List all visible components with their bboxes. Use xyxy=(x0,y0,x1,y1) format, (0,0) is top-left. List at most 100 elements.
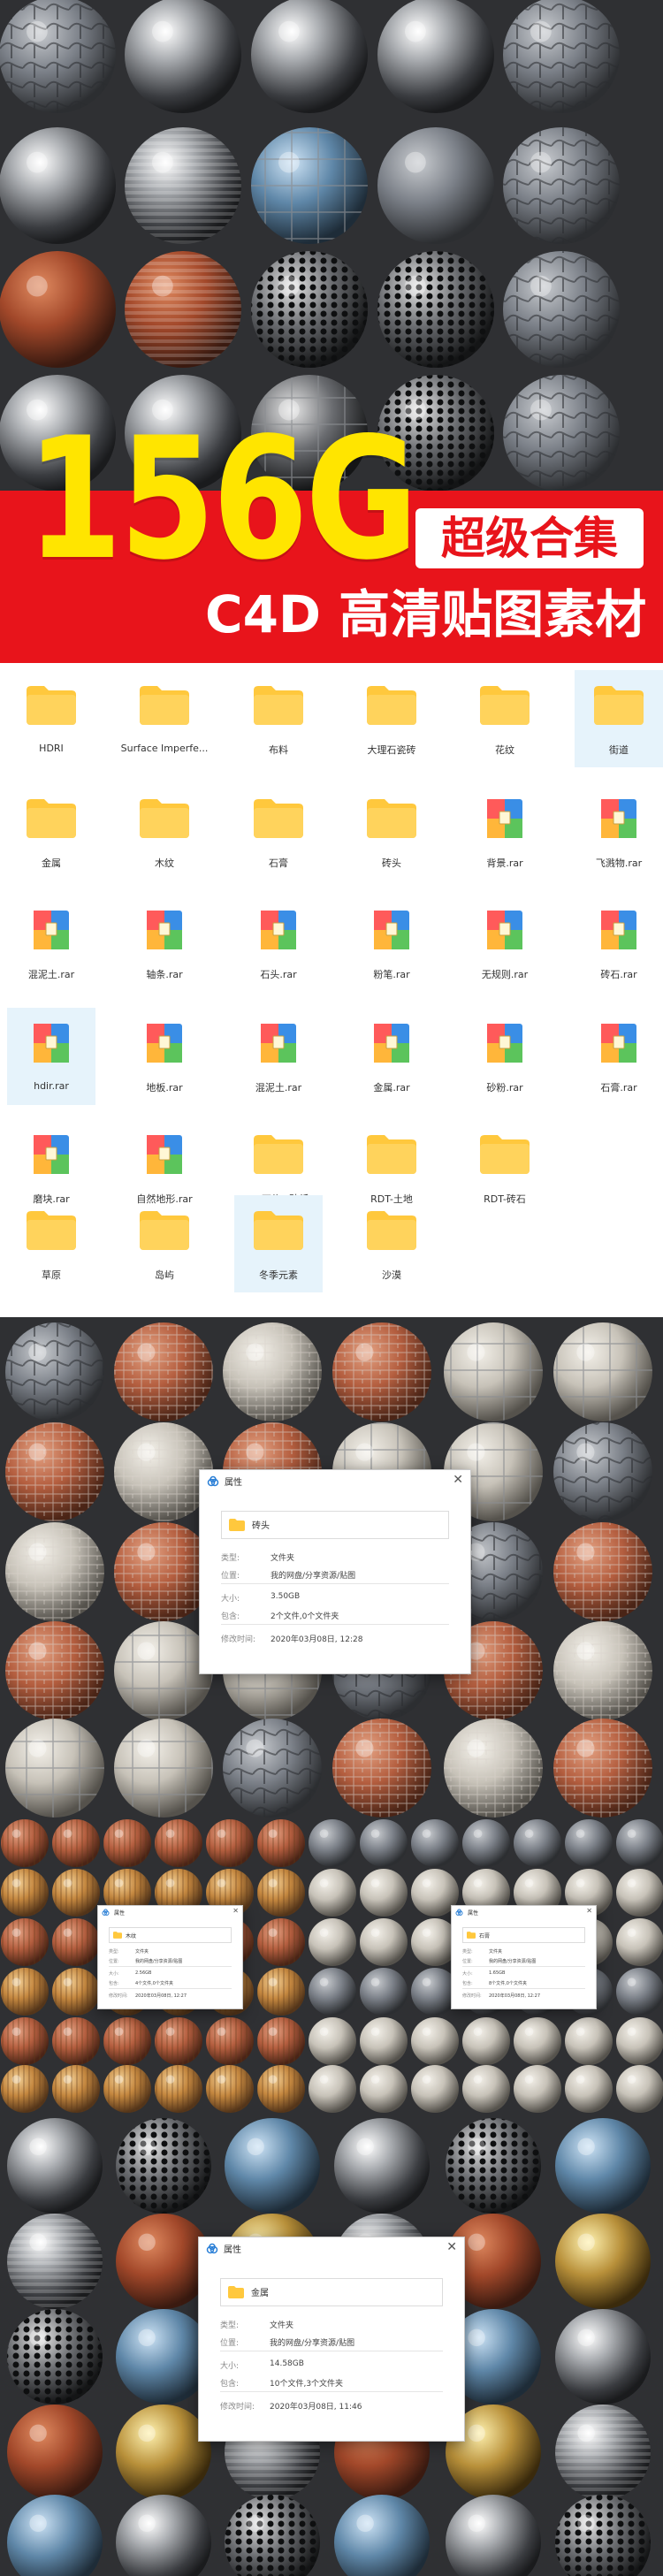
plaster-sphere xyxy=(309,1918,356,1966)
archive-file-item[interactable]: 地板.rar xyxy=(120,1008,209,1105)
plaster-sphere xyxy=(309,2065,356,2113)
divider xyxy=(221,1583,449,1584)
properties-dialog-metal: 属性 ✕ 金属 类型: 文件夹 位置: 我的网盘/分享资源/贴图 大小: 14.58GB 包… xyxy=(198,2237,465,2442)
file-label: 石膏 xyxy=(269,857,288,869)
folder-icon xyxy=(27,1211,76,1250)
property-value: 2020年03月08日, 12:28 xyxy=(271,1635,363,1644)
property-row: 大小: 1.65GB xyxy=(462,1970,505,1977)
wood-sphere xyxy=(103,2065,151,2113)
file-label: RDT-砖石 xyxy=(484,1193,526,1205)
property-value: 10个文件,3个文件夹 xyxy=(270,2380,344,2389)
property-value: 文件夹 xyxy=(489,1949,503,1955)
wood-sphere xyxy=(1,1869,49,1917)
property-key: 位置: xyxy=(462,1959,473,1964)
property-key: 修改时间: xyxy=(221,1635,256,1644)
wood-sphere xyxy=(1,1968,49,2016)
close-icon[interactable]: ✕ xyxy=(446,2240,457,2254)
brick-sphere xyxy=(553,1719,652,1818)
plaster-sphere xyxy=(514,2017,561,2065)
folder-icon xyxy=(254,1135,303,1174)
material-sphere xyxy=(377,251,494,368)
folder-item[interactable]: 花纹 xyxy=(461,670,549,767)
archive-file-item[interactable]: 混泥土.rar xyxy=(7,895,95,992)
property-value: 文件夹 xyxy=(270,2321,294,2330)
file-label: 无规则.rar xyxy=(481,969,529,980)
brick-sphere xyxy=(332,1322,431,1421)
plaster-sphere xyxy=(360,1819,408,1867)
property-row: 包含: 10个文件,3个文件夹 xyxy=(220,2377,343,2389)
folder-icon xyxy=(480,1135,530,1174)
close-icon[interactable]: ✕ xyxy=(586,1907,592,1915)
folder-name-box: 木纹 xyxy=(109,1927,232,1943)
dialog-title: 属性 xyxy=(114,1910,126,1917)
properties-dialog-brick: 属性 ✕ 砖头 类型: 文件夹 位置: 我的网盘/分享资源/贴图 大小: 3.50GB 包含… xyxy=(199,1469,471,1674)
close-icon[interactable]: ✕ xyxy=(453,1473,463,1487)
close-icon[interactable]: ✕ xyxy=(232,1907,239,1915)
folder-icon xyxy=(367,1135,416,1174)
folder-item[interactable]: 木纹 xyxy=(120,783,209,880)
property-row: 类型: 文件夹 xyxy=(220,2319,293,2330)
property-row: 修改时间: 2020年03月08日, 12:27 xyxy=(462,1993,540,1999)
archive-file-item[interactable]: 无规则.rar xyxy=(461,895,549,992)
archive-file-item[interactable]: 金属.rar xyxy=(347,1008,436,1105)
cloud-logo-icon xyxy=(102,1909,110,1916)
folder-item[interactable]: 砖头 xyxy=(347,783,436,880)
divider xyxy=(462,1966,585,1967)
archive-file-item[interactable]: 砂粉.rar xyxy=(461,1008,549,1105)
plaster-sphere xyxy=(411,2065,459,2113)
metal-sphere xyxy=(7,2118,103,2214)
archive-file-item[interactable]: 轴条.rar xyxy=(120,895,209,992)
file-label: 花纹 xyxy=(495,744,514,756)
brick-sphere xyxy=(332,1719,431,1818)
properties-dialog-plaster: 属性 ✕ 石膏 类型: 文件夹 位置: 我的网盘/分享资源/贴图 大小: 1.65GB 包含… xyxy=(451,1905,597,2009)
folder-item[interactable]: 冬季元素 xyxy=(234,1195,323,1292)
property-value: 3.50GB xyxy=(271,1592,301,1601)
wood-sphere xyxy=(1,1819,49,1867)
folder-icon xyxy=(140,799,189,838)
archive-icon xyxy=(601,1024,636,1063)
archive-icon xyxy=(601,799,636,838)
wood-sphere xyxy=(1,2065,49,2113)
plaster-sphere xyxy=(616,1819,663,1867)
material-sphere xyxy=(125,127,241,244)
folder-item[interactable]: 布料 xyxy=(234,670,323,767)
plaster-sphere xyxy=(309,2017,356,2065)
brick-sphere xyxy=(114,1322,213,1421)
material-sphere xyxy=(503,375,620,491)
folder-icon xyxy=(480,686,530,725)
archive-file-item[interactable]: 砖石.rar xyxy=(575,895,663,992)
metal-sphere xyxy=(116,2405,211,2500)
folder-item[interactable]: 大理石瓷砖 xyxy=(347,670,436,767)
archive-file-item[interactable]: 粉笔.rar xyxy=(347,895,436,992)
cloud-logo-icon xyxy=(455,1909,463,1916)
folder-item[interactable]: HDRI xyxy=(7,670,95,767)
file-label: 金属 xyxy=(42,857,61,869)
folder-item[interactable]: 街道 xyxy=(575,670,663,767)
plaster-sphere xyxy=(616,2065,663,2113)
file-label: 街道 xyxy=(609,744,629,756)
wood-sphere xyxy=(257,1819,305,1867)
file-label: 粉笔.rar xyxy=(373,969,410,980)
archive-icon xyxy=(147,1135,182,1174)
archive-file-item[interactable]: 背景.rar xyxy=(461,783,549,880)
property-key: 类型: xyxy=(109,1949,119,1955)
folder-item[interactable]: 沙漠 xyxy=(347,1195,436,1292)
archive-icon xyxy=(34,1135,69,1174)
archive-file-item[interactable]: 混泥土.rar xyxy=(234,1008,323,1105)
folder-item[interactable]: 金属 xyxy=(7,783,95,880)
archive-file-item[interactable]: hdir.rar xyxy=(7,1008,95,1105)
archive-file-item[interactable]: 石膏.rar xyxy=(575,1008,663,1105)
property-value: 我的网盘/分享资源/贴图 xyxy=(135,1959,183,1964)
archive-file-item[interactable]: 石头.rar xyxy=(234,895,323,992)
archive-file-item[interactable]: 飞溅物.rar xyxy=(575,783,663,880)
divider xyxy=(109,1988,232,1989)
folder-item[interactable]: Surface Imperfe... xyxy=(120,670,209,767)
folder-item[interactable]: 石膏 xyxy=(234,783,323,880)
folder-item[interactable]: RDT-砖石 xyxy=(461,1119,549,1216)
folder-item[interactable]: 岛屿 xyxy=(120,1195,209,1292)
wood-sphere xyxy=(52,2065,100,2113)
folder-item[interactable]: 草原 xyxy=(7,1195,95,1292)
plaster-sphere xyxy=(309,1968,356,2016)
property-row: 修改时间: 2020年03月08日, 12:28 xyxy=(221,1633,362,1644)
divider xyxy=(462,1988,585,1989)
